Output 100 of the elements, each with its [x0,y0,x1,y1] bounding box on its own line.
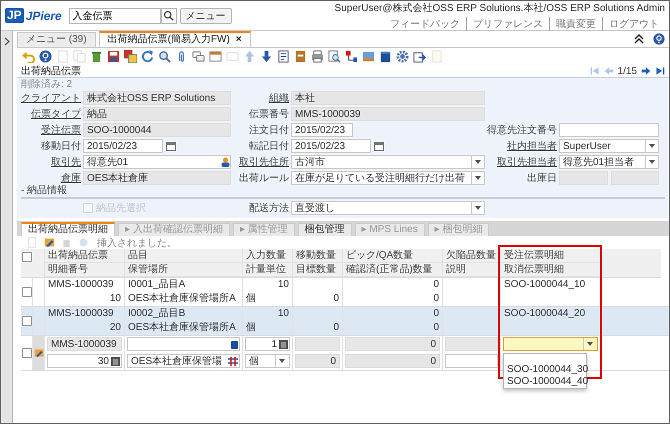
gear-button[interactable] [395,50,409,64]
chat-button[interactable] [191,50,205,64]
collapse-icon[interactable] [634,34,644,44]
select-field[interactable]: 直受渡し [291,201,485,215]
product-search-field[interactable] [127,337,240,351]
field-link[interactable]: 取引先担当者 [487,155,557,169]
refresh-button[interactable] [140,50,154,64]
date-field[interactable]: 2015/02/23 [291,123,353,137]
column-header[interactable]: 説明 [443,263,501,277]
table-cell: 0 [333,322,339,333]
column-header[interactable]: 目標数量 [293,263,343,277]
detail-tab[interactable]: 梱包管理 [298,223,352,236]
field-link[interactable]: 取引先 [21,155,81,169]
select-all-checkbox[interactable] [22,252,32,262]
number-field[interactable]: 1 [245,337,290,351]
header-link[interactable]: プリファレンス [466,16,549,30]
header-link[interactable]: ログアウト [602,16,665,30]
help-button[interactable] [38,50,52,64]
menu-button[interactable]: メニュー [180,8,232,24]
header-link[interactable]: フィードバック [384,16,466,30]
field-link[interactable]: 倉庫 [21,171,81,185]
column-header[interactable]: 出荷納品伝票 [45,249,125,263]
text-field[interactable] [445,354,498,368]
column-header[interactable]: 確認済(正常品)数量 [343,263,443,277]
report-button[interactable] [276,50,290,64]
search-field[interactable]: 入金伝票 [68,8,161,24]
field-label: 伝票番号 [248,108,289,121]
field-label: 得意先注文番号 [487,124,557,137]
person-icon[interactable] [221,157,230,167]
column-header[interactable]: 明細番号 [45,263,125,277]
edit-image-button[interactable] [42,236,56,250]
help-icon[interactable] [653,33,665,45]
detail-tab[interactable]: 出荷納品伝票明細 [21,222,115,236]
locator-field[interactable]: OES本社倉庫保管場 [127,354,240,368]
field-link[interactable]: 取引先住所 [233,155,289,169]
readonly-field: MMS-1000039 [47,337,122,351]
table-row[interactable]: MMS-1000039 I0002_品目B 10 0 SOO-1000044_20 20 OES本社倉庫保管場所A 個 0 0 [21,307,669,336]
export-button[interactable] [412,50,426,64]
select-field[interactable] [503,337,598,351]
field-link[interactable]: 受注伝票 [21,123,81,137]
refresh-icon [140,50,154,63]
header-link[interactable]: 職責変更 [549,16,602,30]
column-header[interactable]: 取消伝票明細 [501,263,601,277]
column-header[interactable]: 受注伝票明細 [501,249,601,263]
field-link[interactable]: クライアント [21,91,81,105]
floppy-button[interactable] [106,50,120,64]
logo-text: JPiere [26,8,62,22]
next-record-icon[interactable] [641,66,651,76]
calculator-icon[interactable] [111,356,120,366]
select-field[interactable]: 得意先01担当者 [559,155,659,169]
field-link[interactable]: 社内担当者 [487,139,557,153]
table-cell: 10 [278,279,289,290]
down-arrow-button[interactable] [259,50,273,64]
row-checkbox[interactable] [22,348,32,358]
group-header[interactable]: - 納品情報 [21,185,665,197]
calculator-icon[interactable] [279,340,288,348]
close-tab-button[interactable]: × [236,34,242,45]
column-header[interactable]: 入力数量 [243,249,293,263]
search-button[interactable] [160,8,177,24]
workflow-button[interactable] [344,50,358,64]
column-header[interactable]: 保管場所 [125,263,243,277]
select-field[interactable]: 個 [245,354,290,368]
zoom-document-button[interactable] [327,50,341,64]
window-tab[interactable]: 出荷納品伝票(簡易入力FW) × [98,31,251,47]
record-title: 出荷納品伝票 [21,64,81,78]
dropdown-option[interactable]: SOO-1000044_40 [504,376,586,388]
select-field[interactable]: SuperUser [559,139,659,153]
date-field[interactable]: 2015/02/23 [83,139,163,153]
date-field[interactable]: 2015/02/23 [291,139,371,153]
field-link[interactable]: 伝票タイプ [21,107,81,121]
select-field[interactable]: 在庫が足りている受注明細行だけ出荷 [291,171,485,185]
column-header[interactable]: 移動数量 [293,249,343,263]
dropdown-option[interactable]: SOO-1000044_30 [504,364,586,376]
report-icon [276,50,290,63]
number-field[interactable]: 30 [47,354,122,368]
box-button[interactable] [378,50,392,64]
trash-button[interactable] [89,50,103,64]
archive-button[interactable] [293,50,307,64]
magnifier-button[interactable] [157,50,171,64]
search-field[interactable]: 得意先01 [83,155,231,169]
window-button[interactable] [208,50,222,64]
calendar-icon[interactable] [374,141,384,151]
select-field[interactable]: 古河市 [291,155,485,169]
last-record-icon[interactable] [655,66,665,76]
column-header[interactable]: 品目 [125,249,243,263]
column-header[interactable]: 欠陥品数量 [443,249,501,263]
calendar-icon[interactable] [166,141,176,151]
column-header[interactable]: 計量単位 [243,263,293,277]
box-icon[interactable] [231,340,238,348]
window-tab[interactable]: メニュー (39) [17,32,96,47]
grid-icon[interactable] [228,356,238,366]
row-checkbox[interactable] [22,316,32,326]
floppy-copy-button[interactable] [123,50,137,64]
chevron-right-icon[interactable] [4,37,10,46]
export-icon [412,50,426,63]
text-field[interactable] [559,123,659,137]
field-link[interactable]: 組織 [233,91,289,105]
printer-button[interactable] [310,50,324,64]
column-header[interactable]: ピック/QA数量 [343,249,443,263]
row-checkbox[interactable] [22,287,32,297]
